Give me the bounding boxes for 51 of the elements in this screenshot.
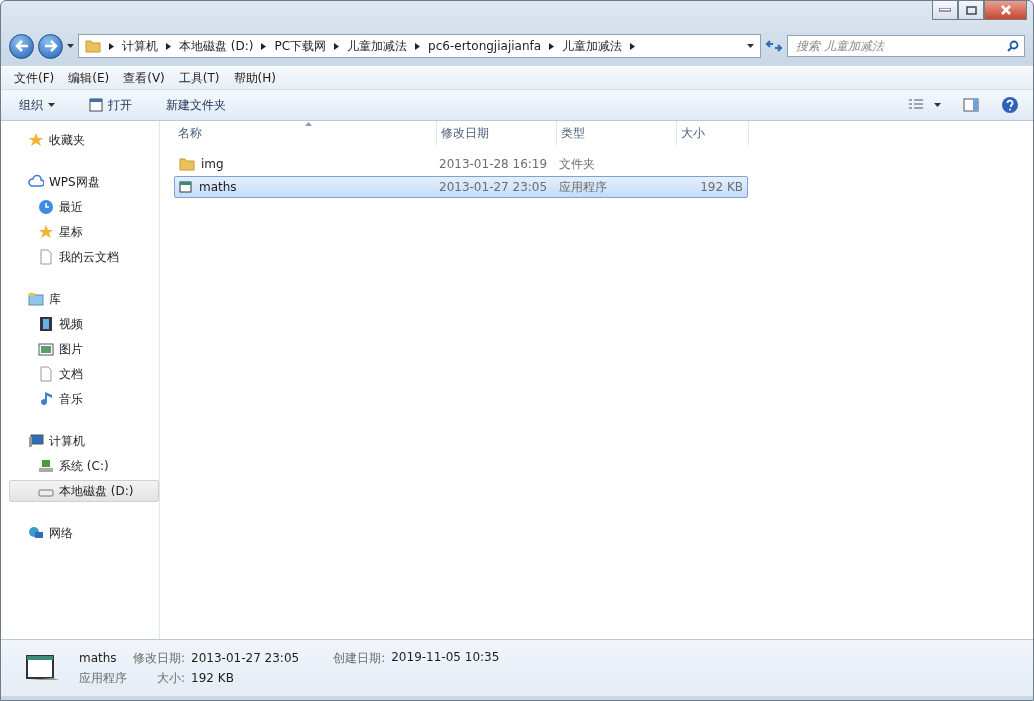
breadcrumb[interactable]: 儿童加减法: [562, 37, 623, 55]
field-value: 2013-01-27 23:05: [191, 651, 300, 665]
column-header[interactable]: 大小: [677, 121, 749, 146]
file-type: 应用程序: [558, 178, 608, 196]
field-label: 大小:: [156, 669, 186, 687]
breadcrumb[interactable]: pc6-ertongjiajianfa: [428, 39, 542, 53]
sidebar-item[interactable]: 星标: [9, 221, 159, 243]
sidebar-item[interactable]: WPS网盘: [9, 171, 159, 193]
menu-item[interactable]: 文件(F): [9, 67, 60, 89]
file-name: maths: [175, 177, 435, 197]
new-folder-button[interactable]: 新建文件夹: [162, 94, 230, 116]
sidebar-item[interactable]: 收藏夹: [9, 129, 159, 151]
sidebar-item[interactable]: 最近: [9, 196, 159, 218]
menu-item[interactable]: 帮助(H): [228, 67, 281, 89]
sidebar-item[interactable]: 本地磁盘 (D:): [9, 480, 159, 502]
menu-item[interactable]: 查看(V): [118, 67, 170, 89]
column-header[interactable]: 修改日期: [437, 121, 557, 146]
file-date: 2013-01-27 23:05: [438, 179, 549, 196]
field-label: 修改日期:: [133, 649, 186, 667]
sidebar-item[interactable]: 音乐: [9, 388, 159, 410]
open-button[interactable]: 打开: [85, 94, 136, 116]
sidebar-item[interactable]: 网络: [9, 522, 159, 544]
file-size: 192 KB: [699, 179, 744, 196]
breadcrumb[interactable]: PC下载网: [274, 37, 327, 55]
file-row[interactable]: img 2013-01-28 16:19 文件夹: [174, 153, 748, 175]
breadcrumb[interactable]: 本地磁盘 (D:): [179, 37, 254, 55]
breadcrumb[interactable]: 计算机: [122, 37, 158, 55]
sidebar-item[interactable]: 我的云文档: [9, 246, 159, 268]
menu-item[interactable]: 工具(T): [173, 67, 225, 89]
file-type: 文件夹: [558, 155, 596, 173]
organize-button[interactable]: 组织: [15, 94, 59, 116]
sidebar-item[interactable]: 文档: [9, 363, 159, 385]
file-name: img: [175, 154, 435, 174]
file-name: maths: [79, 651, 118, 665]
column-header[interactable]: 名称: [174, 121, 437, 146]
breadcrumb[interactable]: 儿童加减法: [347, 37, 408, 55]
sidebar-item[interactable]: 图片: [9, 338, 159, 360]
menu-item[interactable]: 编辑(E): [63, 67, 115, 89]
field-value: 192 KB: [191, 671, 235, 685]
file-row[interactable]: maths 2013-01-27 23:05 应用程序 192 KB: [174, 176, 748, 198]
search-field[interactable]: 搜索 儿童加减法: [787, 35, 1025, 57]
address-bar[interactable]: 计算机 本地磁盘 (D:) PC下载网 儿童加减法 pc6-ertongjiajianfa 儿童加减法: [78, 34, 761, 58]
field-value: 2019-11-05 10:35: [391, 649, 500, 666]
sidebar-item[interactable]: 系统 (C:): [9, 455, 159, 477]
field-label: 创建日期:: [333, 649, 386, 667]
sidebar-item[interactable]: 视频: [9, 313, 159, 335]
column-header[interactable]: 类型: [557, 121, 677, 146]
sidebar-item[interactable]: 库: [9, 288, 159, 310]
sidebar-item[interactable]: 计算机: [9, 430, 159, 452]
file-type: 应用程序: [79, 669, 127, 687]
file-date: 2013-01-28 16:19: [438, 156, 549, 173]
